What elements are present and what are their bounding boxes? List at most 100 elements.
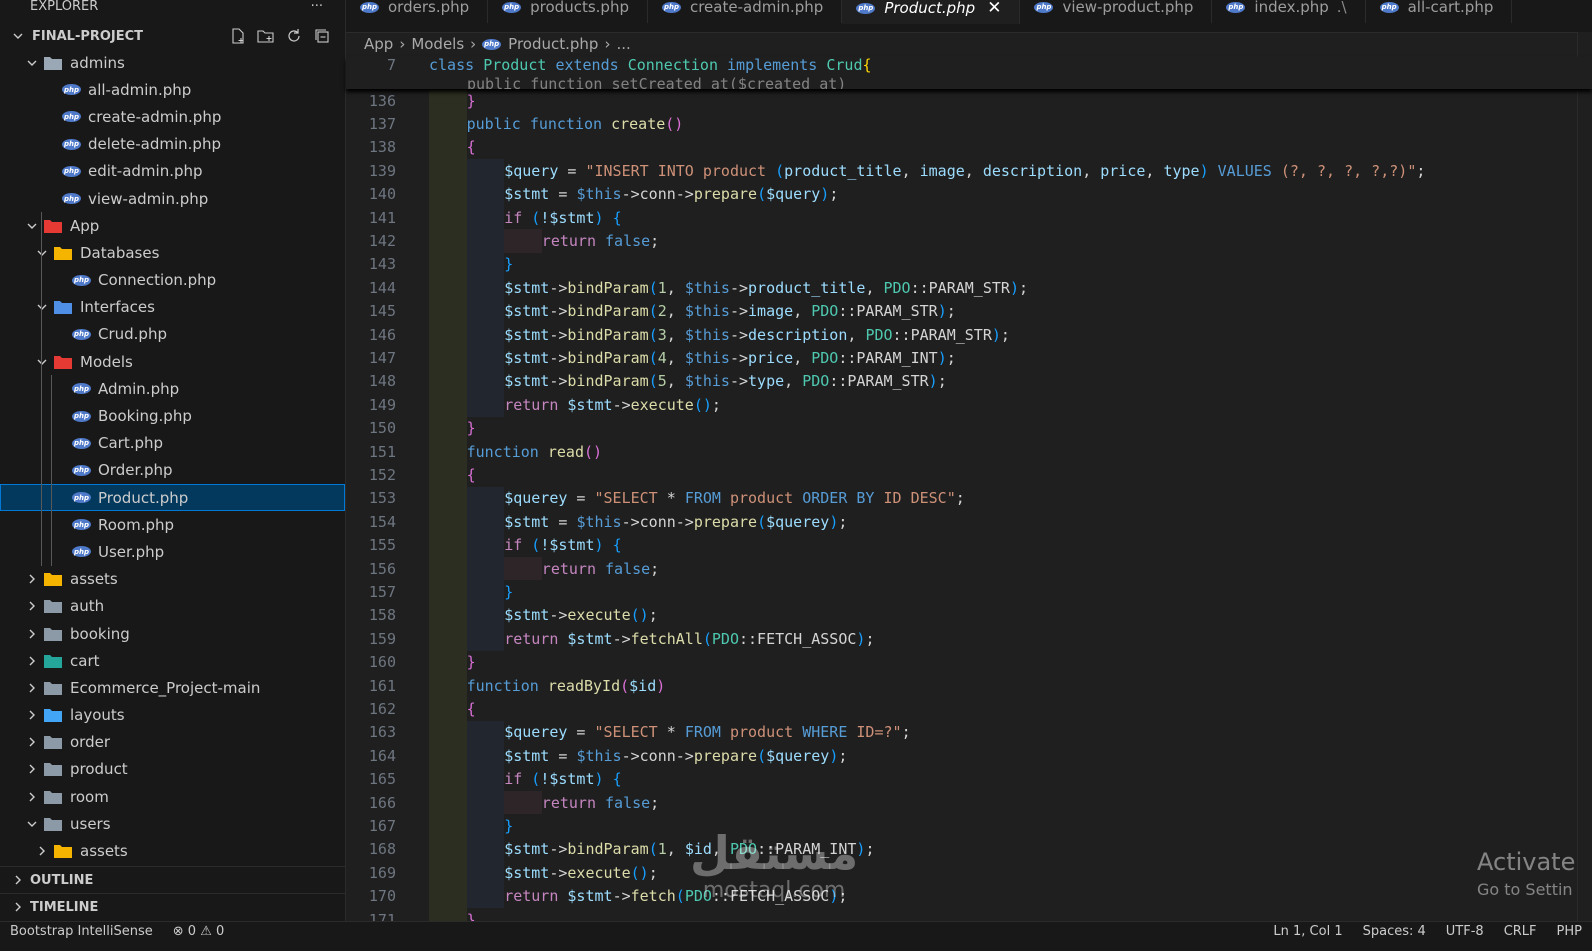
file-tree-item[interactable]: php Crud.php [0,321,345,348]
code-token: () [665,115,684,134]
code-text: $querey = "SELECT * FROM product WHERE I… [504,723,910,741]
code-token: ; [648,863,658,882]
timeline-section[interactable]: TIMELINE [0,893,345,920]
file-tree-item[interactable]: php create-admin.php [0,103,345,130]
code-token: prepare [693,185,758,204]
file-tree-item[interactable]: php view-admin.php [0,185,345,212]
file-tree-item[interactable]: php Connection.php [0,267,345,294]
editor-tab[interactable]: php create-admin.php [648,0,843,23]
code-token: $querey [504,489,568,508]
new-file-icon[interactable] [229,27,247,45]
status-eol[interactable]: CRLF [1494,922,1547,939]
outline-section[interactable]: OUTLINE [0,866,345,893]
code-token: , [1145,161,1164,180]
code-token: = [549,512,577,531]
folder-tree-item[interactable]: auth [0,593,345,620]
folder-tree-item[interactable]: layouts [0,702,345,729]
code-editor[interactable]: 136} 137 public function create() 138{139 $q… [346,89,1592,921]
code-text: if (!$stmt) { [504,536,621,554]
folder-tree-item[interactable]: Databases [0,239,345,266]
status-bootstrap-intellisense[interactable]: Bootstrap IntelliSense [0,922,163,939]
code-token: type [748,372,785,391]
collapse-all-icon[interactable] [313,27,331,45]
file-tree-item[interactable]: php delete-admin.php [0,131,345,158]
code-token: ->conn-> [621,512,694,531]
code-token: ) [937,302,947,321]
code-line: 150} [346,417,476,440]
editor-tab[interactable]: php view-product.php [1020,0,1213,23]
code-token: $stmt [504,185,550,204]
chevron-down-icon [24,55,40,71]
code-token: PDO [883,278,911,297]
code-token: , [964,161,983,180]
folder-tree-item[interactable]: Models [0,348,345,375]
code-token: ; [865,629,875,648]
editor-tab[interactable]: php orders.php [346,0,489,23]
code-line: 149 return $stmt->execute(); [346,393,721,416]
editor-scrollbar[interactable] [1577,32,1592,921]
file-tree-item[interactable]: php edit-admin.php [0,158,345,185]
code-token: ->conn-> [621,746,694,765]
status-cursor-position[interactable]: Ln 1, Col 1 [1263,922,1352,939]
tree-item-label: App [70,216,100,235]
breadcrumb-symbol[interactable]: ... [616,35,630,53]
code-text: } [504,817,513,835]
folder-tree-item[interactable]: room [0,783,345,810]
editor-tab[interactable]: php index.php .\ [1212,0,1366,23]
models-folder-icon [54,355,72,369]
code-token: return [504,629,568,648]
status-problems[interactable]: ⊗ 0 ⚠ 0 [163,922,235,939]
folder-tree-item[interactable]: Interfaces [0,294,345,321]
code-text: } [467,653,476,671]
code-token: { [466,138,476,157]
sticky-scroll-header[interactable]: 7 class Product extends Connection imple… [346,57,1592,89]
folder-tree-item[interactable]: order [0,729,345,756]
code-token: $stmt [504,840,550,859]
breadcrumb-file[interactable]: Product.php [508,35,598,53]
folder-tree-item[interactable]: cart [0,647,345,674]
project-root[interactable]: FINAL-PROJECT [0,23,345,49]
folder-tree-item[interactable]: users [0,810,345,837]
code-token: -> [729,372,749,391]
code-token: -> [549,840,568,859]
editor-tab-bar: php orders.php php products.php php create-ad… [346,0,1592,33]
status-language[interactable]: PHP [1547,922,1592,939]
breadcrumb-app[interactable]: App [364,35,393,53]
refresh-icon[interactable] [285,27,303,45]
code-token: ; [650,232,660,251]
new-folder-icon[interactable] [257,27,275,45]
status-encoding[interactable]: UTF-8 [1436,922,1494,939]
chevron-down-icon [10,28,26,44]
editor-tab[interactable]: php all-cart.php [1366,0,1513,23]
folder-tree-item[interactable]: product [0,756,345,783]
status-indentation[interactable]: Spaces: 4 [1353,922,1436,939]
code-token: $stmt [567,395,613,414]
file-tree-item[interactable]: php all-admin.php [0,76,345,103]
folder-tree-item[interactable]: booking [0,620,345,647]
code-text: return $stmt->execute(); [504,396,721,414]
folder-tree-item[interactable]: assets [0,837,345,864]
code-text: return false; [542,794,659,812]
explorer-more-button[interactable]: ··· [311,0,323,14]
code-line: 144 $stmt->bindParam(1, $this->product_ti… [346,276,1028,299]
code-token: bindParam [567,302,649,321]
close-icon[interactable]: ✕ [987,0,1001,18]
code-token: ; [946,349,956,368]
line-number: 137 [368,115,396,134]
code-token: } [504,255,514,274]
editor-tab[interactable]: php Product.php ✕ [842,0,1021,24]
code-token: type [1163,161,1200,180]
code-line: 145 $stmt->bindParam(2, $this->image, PDO… [346,300,956,323]
folder-icon [44,762,62,777]
line-number: 157 [368,583,396,602]
folder-tree-item[interactable]: admins [0,49,345,76]
breadcrumb-models[interactable]: Models [411,35,464,53]
php-file-icon: php [62,138,81,150]
folder-tree-item[interactable]: assets [0,566,345,593]
code-token: ::PARAM_STR [892,325,992,344]
folder-tree-item[interactable]: App [0,212,345,239]
code-line: 160} [346,651,476,674]
editor-tab[interactable]: php products.php [488,0,648,23]
folder-tree-item[interactable]: Ecommerce_Project-main [0,674,345,701]
code-token: ( [648,349,658,368]
